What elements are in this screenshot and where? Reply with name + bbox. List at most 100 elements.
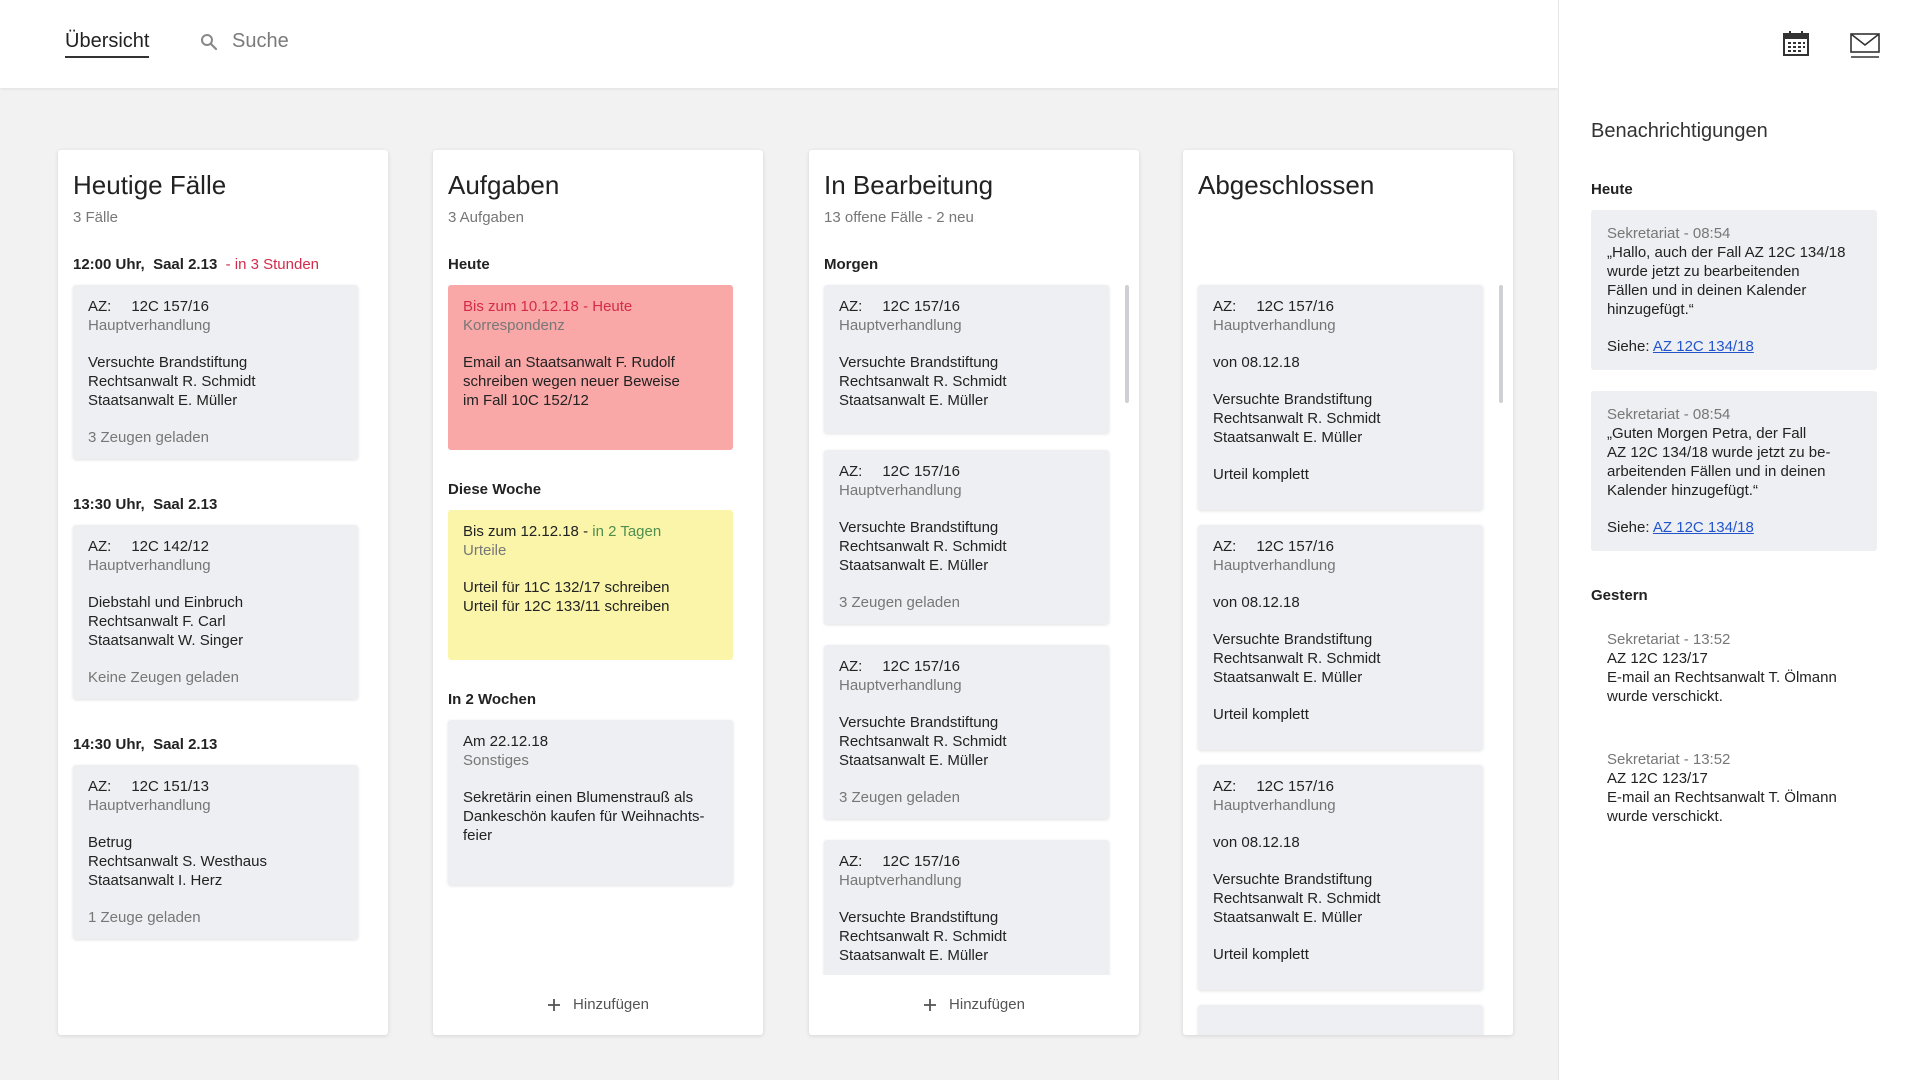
case-az: AZ: 12C 157/16	[1213, 297, 1468, 316]
az-label: AZ:	[839, 463, 863, 480]
scrollbar[interactable]	[1499, 285, 1503, 403]
task-due-date: Bis zum 12.12.18 -	[463, 523, 589, 540]
case-card[interactable]: AZ: 12C 157/16 Hauptverhandlung Versuchte…	[824, 645, 1109, 819]
task-card[interactable]: Am 22.12.18 Sonstiges Sekretärin einen B…	[448, 720, 733, 885]
case-card[interactable]: AZ: 12C 157/16 Hauptverhandlung Versuchte…	[824, 840, 1109, 980]
task-desc: Email an Staatsanwalt F. Rudolf schreibe…	[463, 354, 680, 409]
task-due-note: Heute	[592, 298, 633, 315]
case-witnesses: Keine Zeugen geladen	[88, 669, 239, 686]
case-status: Urteil komplett	[1213, 706, 1309, 723]
task-due-date: Am 22.12.18	[463, 733, 549, 750]
case-card[interactable]: AZ: 12C 142/12 Hauptverhandlung Diebstahl…	[73, 525, 358, 699]
task-category: Urteile	[463, 542, 507, 559]
az-number: 12C 157/16	[882, 298, 960, 315]
search-input[interactable]: Suche	[232, 30, 289, 53]
slot-time: 12:00 Uhr,	[73, 256, 145, 273]
case-witnesses: 3 Zeugen geladen	[839, 789, 960, 806]
case-card-partial[interactable]	[1198, 1005, 1483, 1035]
case-desc: Versuchte Brandstiftung Rechtsanwalt R. …	[839, 714, 1007, 769]
case-witnesses: 1 Zeuge geladen	[88, 909, 201, 926]
case-type: Hauptverhandlung	[839, 317, 962, 334]
az-number: 12C 157/16	[1256, 778, 1334, 795]
case-link[interactable]: AZ 12C 134/18	[1653, 519, 1754, 536]
case-link[interactable]: AZ 12C 134/18	[1653, 338, 1754, 355]
mail-icon[interactable]	[1850, 30, 1880, 58]
case-type: Hauptverhandlung	[839, 677, 962, 694]
calendar-icon[interactable]	[1782, 30, 1810, 58]
case-card[interactable]: AZ: 12C 157/16 Hauptverhandlung von 08.12…	[1198, 765, 1483, 990]
case-card[interactable]: AZ: 12C 157/16 Hauptverhandlung Versuchte…	[824, 285, 1109, 433]
add-label: Hinzufügen	[573, 996, 649, 1013]
case-desc: Versuchte Brandstiftung Rechtsanwalt R. …	[1213, 631, 1381, 686]
case-type: Hauptverhandlung	[88, 797, 211, 814]
notification-item[interactable]: Sekretariat - 13:52 AZ 12C 123/17 E-mail…	[1591, 616, 1877, 720]
case-card[interactable]: AZ: 12C 157/16 Hauptverhandlung Versuchte…	[73, 285, 358, 459]
az-number: 12C 157/16	[882, 658, 960, 675]
column-title: Aufgaben	[448, 170, 560, 200]
az-number: 12C 157/16	[882, 463, 960, 480]
case-az: AZ: 12C 157/16	[839, 462, 1094, 481]
case-card[interactable]: AZ: 12C 151/13 Hauptverhandlung Betrug Re…	[73, 765, 358, 939]
search-icon	[201, 33, 218, 50]
slot-note: - in 3 Stunden	[225, 256, 320, 273]
slot-room: Saal 2.13	[153, 256, 218, 273]
az-number: 12C 157/16	[882, 853, 960, 870]
column-subtitle: 3 Aufgaben	[448, 209, 524, 226]
add-task-button[interactable]: Hinzufügen	[433, 996, 763, 1013]
case-desc: Betrug Rechtsanwalt S. Westhaus Staatsan…	[88, 834, 267, 889]
notifications-yesterday-label: Gestern	[1591, 587, 1648, 604]
case-az: AZ: 12C 157/16	[839, 297, 1094, 316]
scrollbar[interactable]	[1125, 285, 1129, 403]
column-today-cases: Heutige Fälle 3 Fälle 12:00 Uhr, Saal 2.…	[58, 150, 388, 1035]
case-since: von 08.12.18	[1213, 594, 1300, 611]
slot-header: 12:00 Uhr, Saal 2.13 - in 3 Stunden	[73, 256, 319, 273]
az-number: 12C 157/16	[1256, 538, 1334, 555]
nav-overview[interactable]: Übersicht	[65, 30, 150, 58]
search[interactable]: Suche	[200, 30, 289, 53]
task-due-date: Bis zum 10.12.18 -	[463, 298, 589, 315]
notification-item[interactable]: Sekretariat - 08:54 „Guten Morgen Petra,…	[1591, 391, 1877, 551]
see-label: Siehe:	[1607, 338, 1650, 355]
column-title: In Bearbeitung	[824, 170, 994, 200]
column-subtitle: 13 offene Fälle - 2 neu	[824, 209, 974, 226]
case-az: AZ: 12C 157/16	[839, 657, 1094, 676]
notifications-panel: Benachrichtigungen Heute Sekretariat - 0…	[1558, 0, 1920, 1080]
group-label: Morgen	[824, 256, 879, 273]
task-card[interactable]: Bis zum 10.12.18 - Heute Korrespondenz E…	[448, 285, 733, 450]
plus-icon	[924, 998, 937, 1011]
notification-item[interactable]: Sekretariat - 08:54 „Hallo, auch der Fal…	[1591, 210, 1877, 370]
task-category: Sonstiges	[463, 752, 529, 769]
column-subtitle: 3 Fälle	[73, 209, 119, 226]
case-az: AZ: 12C 157/16	[88, 297, 343, 316]
case-witnesses: 3 Zeugen geladen	[839, 594, 960, 611]
slot-time: 13:30 Uhr,	[73, 496, 145, 513]
az-number: 12C 157/16	[1256, 298, 1334, 315]
case-desc: Versuchte Brandstiftung Rechtsanwalt R. …	[88, 354, 256, 409]
case-az: AZ: 12C 157/16	[1213, 537, 1468, 556]
slot-header: 13:30 Uhr, Saal 2.13	[73, 496, 217, 513]
case-card[interactable]: AZ: 12C 157/16 Hauptverhandlung von 08.12…	[1198, 525, 1483, 750]
case-type: Hauptverhandlung	[1213, 557, 1336, 574]
az-label: AZ:	[839, 658, 863, 675]
case-since: von 08.12.18	[1213, 354, 1300, 371]
column-in-progress: In Bearbeitung 13 offene Fälle - 2 neu M…	[809, 150, 1139, 1035]
az-label: AZ:	[1213, 298, 1237, 315]
task-due-note: in 2 Tagen	[592, 523, 662, 540]
case-card[interactable]: AZ: 12C 157/16 Hauptverhandlung von 08.12…	[1198, 285, 1483, 510]
task-card[interactable]: Bis zum 12.12.18 - in 2 Tagen Urteile Ur…	[448, 510, 733, 660]
plus-icon	[548, 998, 561, 1011]
az-number: 12C 142/12	[131, 538, 209, 555]
case-card[interactable]: AZ: 12C 157/16 Hauptverhandlung Versuchte…	[824, 450, 1109, 624]
az-number: 12C 151/13	[131, 778, 209, 795]
az-label: AZ:	[88, 298, 112, 315]
notification-see: Siehe: AZ 12C 134/18	[1607, 518, 1861, 537]
notification-see: Siehe: AZ 12C 134/18	[1607, 337, 1861, 356]
notification-item[interactable]: Sekretariat - 13:52 AZ 12C 123/17 E-mail…	[1591, 736, 1877, 840]
case-az: AZ: 12C 157/16	[1213, 777, 1468, 796]
task-desc: Sekretärin einen Blumenstrauß als Dankes…	[463, 789, 705, 844]
case-type: Hauptverhandlung	[839, 482, 962, 499]
az-label: AZ:	[1213, 538, 1237, 555]
task-group-label: Heute	[448, 256, 490, 273]
case-type: Hauptverhandlung	[839, 872, 962, 889]
add-case-button[interactable]: Hinzufügen	[809, 996, 1139, 1013]
